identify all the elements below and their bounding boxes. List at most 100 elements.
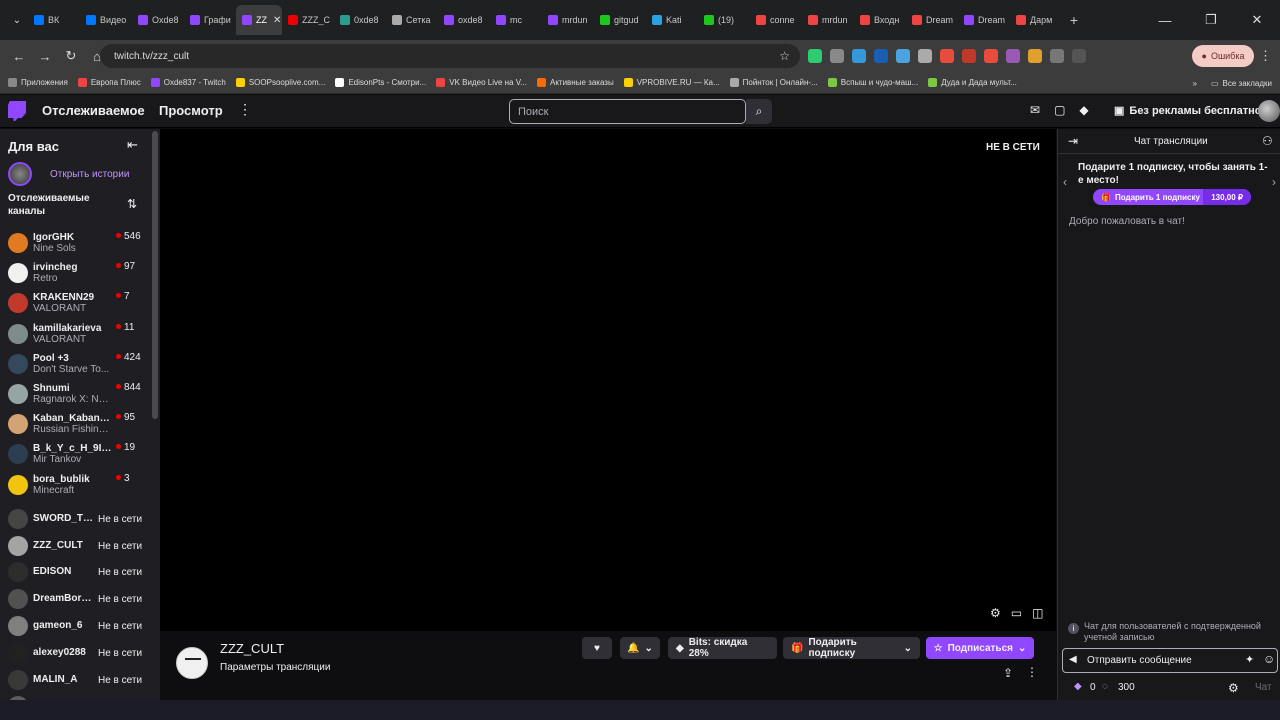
extension-icon[interactable]: [1028, 49, 1042, 63]
settings-gear-icon[interactable]: ⚙: [990, 606, 1001, 620]
extension-icon[interactable]: [984, 49, 998, 63]
sidebar-channel-live[interactable]: Pool +3 Don't Starve To... 424: [0, 350, 152, 380]
bookmark-item[interactable]: Дуда и Дада мульт...: [928, 78, 1017, 87]
bookmark-item[interactable]: Приложения: [8, 78, 68, 87]
restore-icon[interactable]: ❐: [1188, 12, 1234, 28]
browser-tab[interactable]: ВК: [28, 5, 80, 35]
address-bar[interactable]: twitch.tv/zzz_cult ☆: [100, 44, 800, 68]
close-window-icon[interactable]: ✕: [1234, 12, 1280, 28]
browser-tab[interactable]: 0xde8: [334, 5, 386, 35]
all-bookmarks-link[interactable]: ▭ Все закладки: [1211, 79, 1272, 88]
mute-icon[interactable]: ◀: [1069, 654, 1077, 665]
more-options-icon[interactable]: ⋮: [238, 101, 252, 118]
extension-icon[interactable]: [1006, 49, 1020, 63]
bookmark-item[interactable]: Вспыш и чудо-маш...: [827, 78, 918, 87]
sidebar-channel-live[interactable]: Kaban_Kabanych Russian Fishing... 95: [0, 410, 152, 440]
sidebar-channel-offline[interactable]: SWORD_TV_ Не в сети: [0, 505, 152, 535]
twitch-logo-icon[interactable]: [8, 101, 26, 121]
bookmark-item[interactable]: VPROBIVE.RU — Ка...: [623, 78, 720, 87]
gift-sub-button[interactable]: 🎁 Подарить подписку ⌄: [783, 637, 920, 659]
browser-menu-icon[interactable]: ⋮: [1259, 48, 1272, 64]
extension-icon[interactable]: [852, 49, 866, 63]
channel-name[interactable]: ZZZ_CULT: [220, 641, 284, 656]
story-avatar[interactable]: [8, 162, 32, 186]
extension-icon[interactable]: [830, 49, 844, 63]
sort-icon[interactable]: ⇅: [127, 197, 137, 211]
browser-tab[interactable]: Dream: [958, 5, 1010, 35]
nav-browse[interactable]: Просмотр: [159, 103, 223, 118]
browser-tab[interactable]: mrdun: [542, 5, 594, 35]
sidebar-channel-offline[interactable]: gameon_6 Не в сети: [0, 612, 152, 642]
inbox-icon[interactable]: ✉: [1030, 103, 1040, 117]
emote-icon[interactable]: ☺: [1263, 652, 1275, 666]
browser-tab[interactable]: Видео: [80, 5, 132, 35]
gift-one-sub-button[interactable]: 🎁 Подарить 1 подписку 130,00 ₽: [1093, 189, 1251, 205]
sidebar-channel-offline[interactable]: EDISON Не в сети: [0, 558, 152, 588]
browser-tab[interactable]: Сетка: [386, 5, 438, 35]
sidebar-channel-live[interactable]: kamillakarieva VALORANT 11: [0, 320, 152, 350]
new-tab-button[interactable]: +: [1062, 12, 1086, 28]
sidebar-channel-offline[interactable]: MALIN_A Не в сети: [0, 666, 152, 696]
stream-settings-link[interactable]: Параметры трансляции: [220, 662, 330, 673]
more-options-icon[interactable]: ⋮: [1026, 665, 1038, 679]
sparkle-icon[interactable]: ✦: [1245, 653, 1254, 666]
bookmark-item[interactable]: VK Видео Live на V...: [436, 78, 527, 87]
bits-icon[interactable]: ◆: [1074, 681, 1082, 692]
minimize-icon[interactable]: —: [1142, 13, 1188, 28]
chat-send-button[interactable]: Чат: [1255, 682, 1272, 693]
sidebar-channel-offline[interactable]: alexey0288 Не в сети: [0, 639, 152, 669]
chat-users-icon[interactable]: ⚇: [1262, 134, 1273, 148]
browser-tab[interactable]: Dream: [906, 5, 958, 35]
extension-icon[interactable]: [896, 49, 910, 63]
sidebar-channel-live[interactable]: KRAKENN29 VALORANT 7: [0, 289, 152, 319]
channel-points-icon[interactable]: ◌: [1102, 681, 1108, 692]
tab-search-icon[interactable]: ⌄: [6, 9, 28, 31]
browser-tab[interactable]: oxde8: [438, 5, 490, 35]
sidebar-channel-offline[interactable]: ZZZ_CULT Не в сети: [0, 532, 152, 562]
bits-discount-button[interactable]: ◆ Bits: скидка 28%: [668, 637, 777, 659]
stories-row[interactable]: Открыть истории: [8, 162, 129, 186]
browser-tab[interactable]: Входн: [854, 5, 906, 35]
theatre-mode-icon[interactable]: ▭: [1011, 606, 1022, 620]
user-avatar[interactable]: [1258, 100, 1280, 122]
sidebar-channel-live[interactable]: B_k_Y_c_H_9I_II... Mir Tankov 19: [0, 440, 152, 470]
subscribe-button[interactable]: ☆ Подписаться ⌄: [926, 637, 1034, 659]
back-icon[interactable]: ←: [6, 43, 32, 69]
extension-icon[interactable]: [808, 49, 822, 63]
reload-icon[interactable]: ↻: [58, 43, 84, 69]
search-input[interactable]: Поиск: [509, 99, 746, 124]
browser-tab[interactable]: Графи: [184, 5, 236, 35]
nav-following[interactable]: Отслеживаемое: [42, 103, 145, 118]
chevron-right-icon[interactable]: ›: [1272, 175, 1276, 189]
video-player[interactable]: НЕ В СЕТИ ⚙ ▭ ◫: [160, 129, 1056, 631]
bookmark-item[interactable]: EdisonPts - Смотри...: [335, 78, 426, 87]
whispers-icon[interactable]: ▢: [1054, 103, 1065, 117]
browser-tab[interactable]: Дарм: [1010, 5, 1062, 35]
sidebar-channel-live[interactable]: Shnumi Ragnarok X: Ne... 844: [0, 380, 152, 410]
fullscreen-icon[interactable]: ◫: [1032, 606, 1043, 620]
browser-tab[interactable]: mc: [490, 5, 542, 35]
bookmark-item[interactable]: Активные заказы: [537, 78, 614, 87]
sidebar-channel-live[interactable]: irvincheg Retro 97: [0, 259, 152, 289]
more-bookmarks-icon[interactable]: »: [1193, 79, 1197, 88]
bookmark-item[interactable]: Пойнток | Онлайн-...: [729, 78, 818, 87]
bookmark-item[interactable]: Oxde837 - Twitch: [150, 78, 226, 87]
browser-tab[interactable]: (19): [698, 5, 750, 35]
bookmark-item[interactable]: Европа Плюс: [77, 78, 141, 87]
extension-icon[interactable]: [1050, 49, 1064, 63]
browser-tab[interactable]: gitgud: [594, 5, 646, 35]
browser-tab[interactable]: Oxde8: [132, 5, 184, 35]
collapse-chat-icon[interactable]: ⇥: [1068, 134, 1078, 148]
collapse-sidebar-icon[interactable]: ⇤: [127, 137, 138, 153]
sidebar-channel-live[interactable]: bora_bublik Minecraft 3: [0, 471, 152, 501]
follow-button[interactable]: ♥: [582, 637, 612, 659]
chevron-left-icon[interactable]: ‹: [1063, 175, 1067, 189]
channel-avatar[interactable]: [176, 647, 208, 679]
browser-tab[interactable]: ZZZ_C: [282, 5, 334, 35]
browser-tab[interactable]: Kati: [646, 5, 698, 35]
bookmark-star-icon[interactable]: ☆: [779, 49, 790, 63]
close-tab-icon[interactable]: ✕: [273, 15, 281, 26]
sidebar-channel-offline[interactable]: DreamBorn... Не в сети: [0, 585, 152, 615]
search-icon[interactable]: ⌕: [746, 99, 772, 124]
chat-settings-icon[interactable]: ⚙: [1228, 681, 1239, 695]
